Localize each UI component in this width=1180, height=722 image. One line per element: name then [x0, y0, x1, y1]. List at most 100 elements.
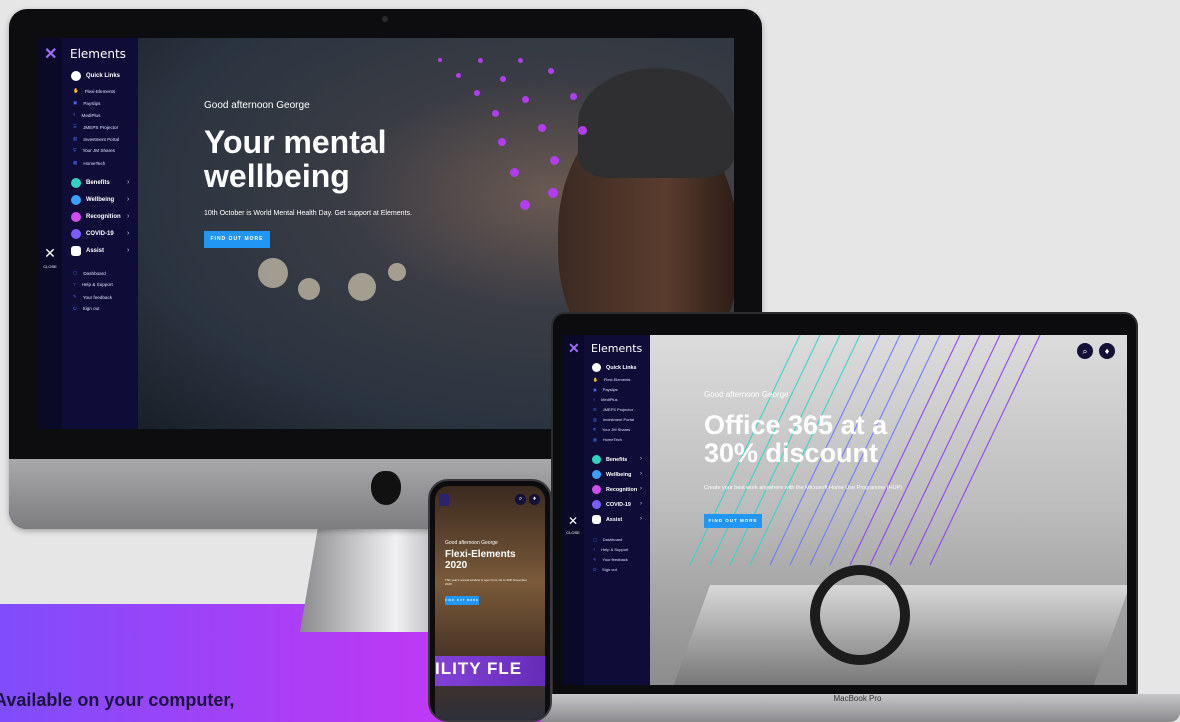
quick-link-item[interactable]: ⚕ MediPlus — [73, 112, 100, 118]
quick-link-item[interactable]: ▦ HomeTech — [593, 437, 622, 442]
phone-screen: ⌕ ♦ Good afternoon George Flexi-Elements… — [435, 486, 545, 720]
close-label: CLOSE — [566, 530, 580, 535]
search-icon[interactable]: ⌕ — [515, 494, 526, 505]
quick-link-item[interactable]: ▣ Payslips — [593, 387, 618, 392]
section-assist[interactable]: Assist — [71, 246, 104, 256]
find-out-more-button[interactable]: FIND OUT MORE — [204, 231, 270, 248]
sidebar: ✕ Elements ✕ CLOSE Quick Links ✋ Flexi-Ele… — [562, 335, 650, 685]
section-recognition[interactable]: Recognition — [592, 485, 637, 494]
help-icon: ? — [73, 282, 76, 287]
hand-icon — [592, 363, 601, 372]
sidebar-rail — [38, 38, 62, 429]
find-out-more-button[interactable]: FIND OUT MORE — [704, 514, 762, 528]
hero-title: Office 365 at a 30% discount — [704, 410, 888, 469]
benefits-icon — [71, 178, 81, 188]
hand-icon: ✋ — [593, 377, 598, 382]
logo-icon: ✕ — [44, 46, 58, 63]
power-icon: ⏻ — [73, 306, 77, 311]
quick-link-item[interactable]: ▦ HomeTech — [73, 160, 105, 166]
greeting: Good afternoon George — [704, 390, 789, 399]
sidebar-rail — [562, 335, 584, 685]
chevron-right-icon: › — [640, 486, 642, 492]
hero-title: Flexi-Elements 2020 — [445, 549, 516, 571]
quick-link-item[interactable]: ▥ Investment Portal — [73, 136, 119, 142]
decor-dot — [522, 96, 529, 103]
chart-icon: ▥ — [73, 136, 78, 141]
notification-icon[interactable]: ♦ — [1099, 343, 1115, 359]
quick-link-item[interactable]: ✋ Flexi-Elements — [593, 377, 630, 382]
grid-icon: ▦ — [73, 160, 78, 165]
chevron-right-icon: › — [640, 501, 642, 507]
phone-device: ⌕ ♦ Good afternoon George Flexi-Elements… — [428, 479, 552, 722]
quick-link-item[interactable]: ⛨ Your JM Shares — [593, 427, 630, 432]
quick-links-heading[interactable]: Quick Links — [71, 71, 120, 81]
decor-dot — [548, 68, 554, 74]
quick-link-item[interactable]: ☰ JMEPS Projector — [593, 407, 633, 412]
section-benefits[interactable]: Benefits — [592, 455, 627, 464]
nav-help[interactable]: ? Help & Support — [593, 547, 628, 552]
section-assist[interactable]: Assist — [592, 515, 622, 524]
search-icon[interactable]: ⌕ — [1077, 343, 1093, 359]
decor-dot — [538, 124, 546, 132]
section-covid[interactable]: COVID-19 — [592, 500, 631, 509]
feedback-icon: ✎ — [73, 294, 77, 299]
hero-banner: ⌕ ♦ Good afternoon George Office 365 at … — [650, 335, 1127, 685]
decor-dot — [492, 110, 499, 117]
section-recognition[interactable]: Recognition — [71, 212, 121, 222]
find-out-more-button[interactable]: FIND OUT MORE — [445, 596, 479, 605]
quick-link-item[interactable]: ▥ Investment Portal — [593, 417, 634, 422]
chat-icon — [71, 246, 81, 256]
nav-dashboard[interactable]: ▢ Dashboard — [73, 270, 106, 276]
quick-link-item[interactable]: ☰ JMEPS Projector — [73, 124, 118, 130]
bokeh-light — [348, 273, 376, 301]
bokeh-light — [298, 278, 320, 300]
notification-icon[interactable]: ♦ — [529, 494, 540, 505]
decor-dot — [438, 58, 442, 62]
heart-icon — [592, 470, 601, 479]
close-button[interactable]: ✕ CLOSE — [566, 515, 580, 539]
section-wellbeing[interactable]: Wellbeing — [71, 195, 114, 205]
greeting: Good afternoon George — [204, 100, 310, 111]
chevron-right-icon: › — [127, 179, 130, 186]
award-icon — [592, 485, 601, 494]
quick-link-item[interactable]: ⛨ Your JM Shares — [73, 148, 115, 153]
quick-link-item[interactable]: ✋ Flexi-Elements — [73, 88, 115, 94]
payslip-icon: ▣ — [593, 387, 597, 392]
section-wellbeing[interactable]: Wellbeing — [592, 470, 631, 479]
chevron-right-icon: › — [640, 456, 642, 462]
apple-logo-icon — [371, 471, 401, 505]
nav-feedback[interactable]: ✎ Your feedback — [73, 294, 112, 300]
decor-dot — [510, 168, 519, 177]
chart-icon: ▥ — [593, 417, 597, 422]
close-label: CLOSE — [43, 264, 57, 269]
quick-link-item[interactable]: ⚕ MediPlus — [593, 397, 618, 402]
hero-title: Your mental wellbeing — [204, 124, 387, 194]
shield-icon — [592, 500, 601, 509]
grid-icon: ▦ — [593, 437, 597, 442]
hand-icon: ✋ — [73, 88, 79, 93]
decor-dot — [520, 200, 530, 210]
nav-feedback[interactable]: ✎ Your feedback — [593, 557, 628, 562]
stethoscope-icon: ⚕ — [73, 112, 76, 117]
nav-signout[interactable]: ⏻ Sign out — [593, 567, 617, 572]
nav-help[interactable]: ? Help & Support — [73, 282, 113, 287]
hero-subtitle: This year's annual window is open from 1… — [445, 578, 527, 586]
decor-dot — [498, 138, 506, 146]
decor-dot — [578, 126, 587, 135]
decor-dot — [474, 90, 480, 96]
dashboard-icon: ▢ — [73, 270, 78, 275]
section-benefits[interactable]: Benefits — [71, 178, 110, 188]
close-button[interactable]: ✕ CLOSE — [42, 246, 58, 274]
nav-signout[interactable]: ⏻ Sign out — [73, 306, 100, 311]
brand-name: Elements — [591, 342, 643, 355]
decor-dot — [478, 58, 483, 63]
quick-link-item[interactable]: ▣ Payslips — [73, 100, 100, 106]
decor-dot — [456, 73, 461, 78]
chevron-right-icon: › — [127, 247, 130, 254]
nav-dashboard[interactable]: ▢ Dashboard — [593, 537, 622, 542]
beanie — [578, 68, 734, 178]
section-covid[interactable]: COVID-19 — [71, 229, 114, 239]
quick-links-heading[interactable]: Quick Links — [592, 363, 637, 372]
logo-icon: ✕ — [568, 340, 580, 356]
bokeh-light — [258, 258, 288, 288]
